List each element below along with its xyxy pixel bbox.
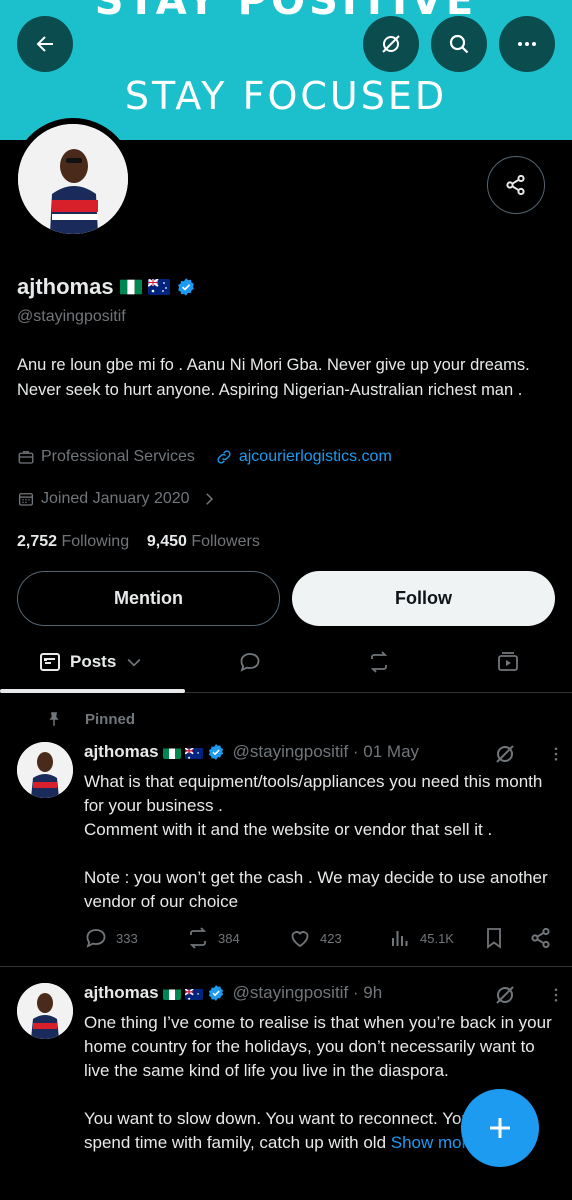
tab-reposts[interactable] — [367, 633, 391, 691]
tweet-author-name[interactable]: ajthomas — [84, 742, 159, 762]
tweet-top-actions — [493, 983, 565, 1007]
profile-name-row: ajthomas — [17, 274, 196, 300]
share-icon — [506, 174, 525, 196]
tweet-meta: @stayingpositif · 9h — [232, 983, 383, 1002]
share-tweet-button[interactable] — [529, 926, 553, 950]
translate-icon — [382, 35, 400, 53]
like-button[interactable]: 423 — [288, 926, 342, 950]
views-icon — [392, 931, 408, 946]
tab-replies[interactable] — [238, 633, 262, 691]
grok-icon[interactable] — [493, 742, 517, 766]
tweet-meta: @stayingpositif · 01 May — [232, 742, 420, 761]
verified-badge-icon — [208, 985, 223, 1001]
chevron-down-icon — [127, 658, 141, 667]
views-count: 45.1K — [420, 930, 454, 946]
share-profile-button[interactable] — [487, 156, 545, 214]
follow-stats: 2,752 Following 9,450 Followers — [17, 533, 260, 551]
repost-icon — [189, 927, 207, 949]
tweet-avatar[interactable] — [17, 742, 73, 798]
nigeria-flag-icon — [162, 746, 181, 759]
repost-tab-icon — [370, 651, 388, 673]
tweet-text: What is that equipment/tools/appliances … — [84, 772, 548, 911]
australia-flag-icon — [147, 279, 170, 295]
repost-button[interactable]: 384 — [186, 926, 240, 950]
compose-button[interactable] — [461, 1089, 539, 1167]
tweet-avatar[interactable] — [17, 983, 73, 1039]
more-vertical-icon[interactable] — [547, 983, 565, 1007]
verified-badge-icon — [208, 744, 223, 760]
followers-count: 9,450 — [146, 533, 187, 550]
reply-icon — [86, 929, 106, 948]
avatar-photo — [18, 124, 128, 234]
australia-flag-icon — [184, 746, 203, 759]
pinned-indicator: Pinned — [45, 710, 135, 728]
nigeria-flag-icon — [119, 279, 142, 295]
bookmark-icon — [487, 928, 501, 949]
following-count: 2,752 — [17, 533, 58, 550]
reply-count: 333 — [116, 930, 138, 946]
more-icon — [518, 42, 536, 46]
australia-flag-icon — [184, 987, 203, 1000]
tweet-header: ajthomas @stayingpositif · 01 May — [84, 742, 419, 762]
reply-button[interactable]: 333 — [84, 926, 138, 950]
profile-handle: @stayingpositif — [17, 308, 126, 325]
calendar-icon — [18, 493, 34, 506]
active-tab-indicator — [0, 689, 185, 693]
profile-tabs: Posts — [0, 633, 572, 693]
profile-category: Professional Services — [41, 448, 195, 465]
heart-icon — [291, 931, 309, 948]
plus-icon — [490, 1118, 510, 1138]
tweet-author-name[interactable]: ajthomas — [84, 983, 159, 1003]
joined-date: Joined January 2020 — [41, 490, 190, 507]
link-icon — [217, 450, 231, 464]
profile-bio: Anu re loun gbe mi fo . Aanu Ni Mori Gba… — [17, 356, 530, 399]
tab-media[interactable] — [496, 633, 520, 691]
arrow-left-icon — [36, 36, 53, 52]
profile-meta-row: Professional Services ajcourierlogistics… — [17, 448, 392, 466]
following-link[interactable]: 2,752 Following — [17, 533, 129, 550]
posts-icon — [40, 653, 60, 671]
repost-count: 384 — [218, 930, 240, 946]
bookmark-button[interactable] — [482, 926, 506, 950]
profile-avatar[interactable] — [12, 118, 134, 240]
tab-posts[interactable]: Posts — [38, 633, 144, 691]
profile-name: ajthomas — [17, 274, 114, 299]
tweet-divider — [0, 966, 572, 967]
joined-row[interactable]: Joined January 2020 — [17, 490, 218, 508]
follow-button[interactable]: Follow — [292, 571, 555, 626]
media-tab-icon — [498, 652, 518, 671]
tweet-actions: 333 384 423 45.1K — [84, 926, 559, 954]
tweet-top-actions — [493, 742, 565, 766]
more-button[interactable] — [499, 16, 555, 72]
more-vertical-icon[interactable] — [547, 742, 565, 766]
search-button[interactable] — [431, 16, 487, 72]
banner-text-top: STAY POSITIVE — [94, 0, 478, 24]
tab-posts-label: Posts — [70, 652, 117, 671]
verified-badge-icon — [177, 278, 194, 296]
tweet-header: ajthomas @stayingpositif · 9h — [84, 983, 382, 1003]
followers-label: Followers — [191, 533, 260, 550]
share-icon — [531, 927, 550, 949]
nigeria-flag-icon — [162, 987, 181, 1000]
back-button[interactable] — [17, 16, 73, 72]
reply-tab-icon — [240, 653, 260, 672]
pin-icon — [49, 712, 59, 726]
mention-button[interactable]: Mention — [17, 571, 280, 626]
pinned-label: Pinned — [85, 710, 136, 728]
banner-text: STAY FOCUSED — [124, 74, 448, 118]
views-button[interactable]: 45.1K — [388, 926, 454, 950]
search-icon — [449, 34, 469, 54]
following-label: Following — [61, 533, 130, 550]
profile-website-link[interactable]: ajcourierlogistics.com — [239, 448, 392, 466]
like-count: 423 — [320, 930, 342, 946]
chevron-right-icon — [205, 493, 213, 505]
grok-icon[interactable] — [493, 983, 517, 1007]
followers-link[interactable]: 9,450 Followers — [147, 533, 260, 550]
briefcase-icon — [18, 451, 34, 464]
translate-button[interactable] — [363, 16, 419, 72]
